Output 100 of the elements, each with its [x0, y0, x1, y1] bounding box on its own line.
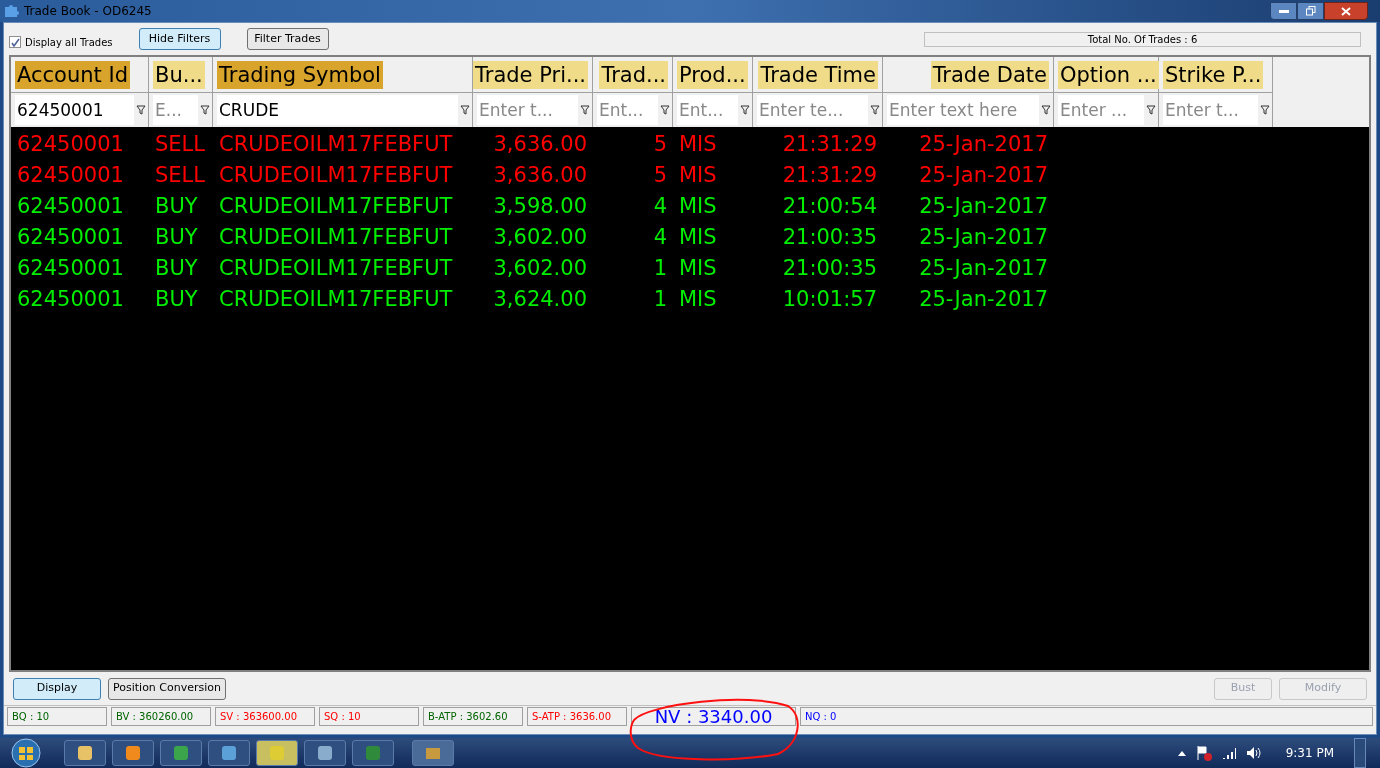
speaker-icon[interactable]	[1245, 746, 1262, 760]
column-header[interactable]: Trading Symbol	[217, 60, 383, 89]
tray-arrow-icon[interactable]	[1177, 750, 1186, 756]
table-cell-text: 3,624.00	[493, 285, 587, 313]
table-cell-text: SELL	[155, 161, 205, 189]
table-cell-text: 21:31:29	[782, 161, 877, 189]
table-cell-text: SELL	[155, 130, 205, 158]
table-cell-text: MIS	[679, 130, 717, 158]
filter-icon[interactable]	[870, 105, 880, 115]
column-header[interactable]: Trade Date	[930, 60, 1049, 89]
taskbar-app-button[interactable]	[64, 740, 106, 766]
table-cell-text: CRUDEOILM17FEBFUT	[219, 161, 453, 189]
taskbar-app-button[interactable]	[112, 740, 154, 766]
show-desktop-button[interactable]	[1354, 738, 1366, 768]
action-button[interactable]: Position Conversion	[108, 677, 226, 700]
restore-button[interactable]	[1297, 2, 1324, 20]
taskbar-app-button[interactable]	[304, 740, 346, 766]
table-cell-text: 25-Jan-2017	[919, 254, 1048, 282]
check-icon	[10, 37, 20, 47]
table-cell-text: BUY	[155, 223, 198, 251]
filter-icon[interactable]	[200, 105, 210, 115]
table-cell-text: BUY	[155, 285, 198, 313]
taskbar-app-button[interactable]	[160, 740, 202, 766]
table-cell-text: 25-Jan-2017	[919, 285, 1048, 313]
column-header[interactable]: Trad...	[599, 60, 668, 89]
taskbar-app-button[interactable]	[256, 740, 298, 766]
table-cell-text: 62450001	[17, 285, 124, 313]
action-button[interactable]: Filter Trades	[246, 28, 329, 50]
table-cell-text: 25-Jan-2017	[919, 192, 1048, 220]
filter-field[interactable]: Enter text here	[887, 95, 1039, 125]
filter-field[interactable]: Enter te...	[757, 95, 868, 125]
close-button[interactable]	[1324, 2, 1368, 20]
filter-field[interactable]: E...	[153, 95, 198, 125]
column-header[interactable]: Trade Time	[758, 60, 878, 89]
filter-icon[interactable]	[1260, 105, 1270, 115]
table-cell-text: 21:00:35	[782, 254, 877, 282]
checkbox-label: Display all Trades	[25, 35, 113, 50]
filter-field[interactable]: Enter t...	[1163, 95, 1258, 125]
table-cell-text: 25-Jan-2017	[919, 223, 1048, 251]
table-cell-text: 21:00:54	[782, 192, 877, 220]
app-icon	[77, 745, 93, 761]
column-header[interactable]: Prod...	[677, 60, 748, 89]
table-cell-text: 10:01:57	[782, 285, 877, 313]
filter-icon[interactable]	[1146, 105, 1156, 115]
filter-field[interactable]: 62450001	[15, 95, 134, 125]
filter-icon[interactable]	[1041, 105, 1051, 115]
app-icon	[365, 745, 381, 761]
table-cell-text: BUY	[155, 254, 198, 282]
table-cell-text: 1	[653, 285, 667, 313]
action-button[interactable]: Hide Filters	[138, 28, 221, 50]
table-cell-text: CRUDEOILM17FEBFUT	[219, 285, 453, 313]
restore-icon	[1305, 6, 1316, 16]
column-header[interactable]: Strike P...	[1163, 60, 1264, 89]
filter-icon[interactable]	[580, 105, 590, 115]
filter-field[interactable]: Enter t...	[477, 95, 578, 125]
clock[interactable]: 9:31 PM	[1285, 744, 1334, 762]
signal-icon[interactable]	[1221, 747, 1236, 759]
table-cell-text: CRUDEOILM17FEBFUT	[219, 130, 453, 158]
table-cell-text: 62450001	[17, 161, 124, 189]
app-icon	[269, 745, 285, 761]
status-field: NV : 3340.00	[631, 707, 796, 726]
checkbox[interactable]	[9, 36, 21, 48]
filter-field[interactable]: CRUDE	[217, 95, 458, 125]
minimize-button[interactable]	[1270, 2, 1297, 20]
table-cell-text: 25-Jan-2017	[919, 130, 1048, 158]
app-icon	[317, 745, 333, 761]
filter-icon[interactable]	[740, 105, 750, 115]
table-cell-text: 62450001	[17, 192, 124, 220]
app-icon	[221, 745, 237, 761]
taskbar-app-button[interactable]	[208, 740, 250, 766]
action-button[interactable]: Display	[13, 677, 101, 700]
status-field: S-ATP : 3636.00	[527, 707, 627, 726]
status-field: SV : 363600.00	[215, 707, 315, 726]
table-cell-text: 5	[653, 161, 667, 189]
table-cell-text: 62450001	[17, 130, 124, 158]
column-header[interactable]: Account Id	[15, 60, 130, 89]
table-cell-text: 25-Jan-2017	[919, 161, 1048, 189]
filter-field[interactable]: Enter ...	[1058, 95, 1144, 125]
table-cell-text: 3,602.00	[493, 223, 587, 251]
app-icon	[173, 745, 189, 761]
table-cell-text: 3,598.00	[493, 192, 587, 220]
filter-icon[interactable]	[136, 105, 146, 115]
app-icon	[125, 745, 141, 761]
table-cell-text: CRUDEOILM17FEBFUT	[219, 192, 453, 220]
window-title: Trade Book - OD6245	[24, 3, 152, 20]
filter-field[interactable]: Ent...	[597, 95, 658, 125]
column-header[interactable]: Bu...	[153, 60, 205, 89]
table-cell-text: CRUDEOILM17FEBFUT	[219, 223, 453, 251]
start-orb-icon[interactable]	[10, 738, 42, 768]
trade-count: Total No. Of Trades : 6	[924, 31, 1361, 47]
filter-icon[interactable]	[660, 105, 670, 115]
column-header[interactable]: Trade Pri...	[473, 60, 588, 89]
filter-icon[interactable]	[460, 105, 470, 115]
column-header[interactable]: Option ...	[1058, 60, 1159, 89]
flag-icon[interactable]	[1195, 745, 1212, 761]
table-cell-text: 4	[653, 223, 667, 251]
table-cell-text: MIS	[679, 192, 717, 220]
puzzle-icon	[4, 4, 20, 18]
filter-field[interactable]: Ent...	[677, 95, 738, 125]
table-cell-text: 21:00:35	[782, 223, 877, 251]
